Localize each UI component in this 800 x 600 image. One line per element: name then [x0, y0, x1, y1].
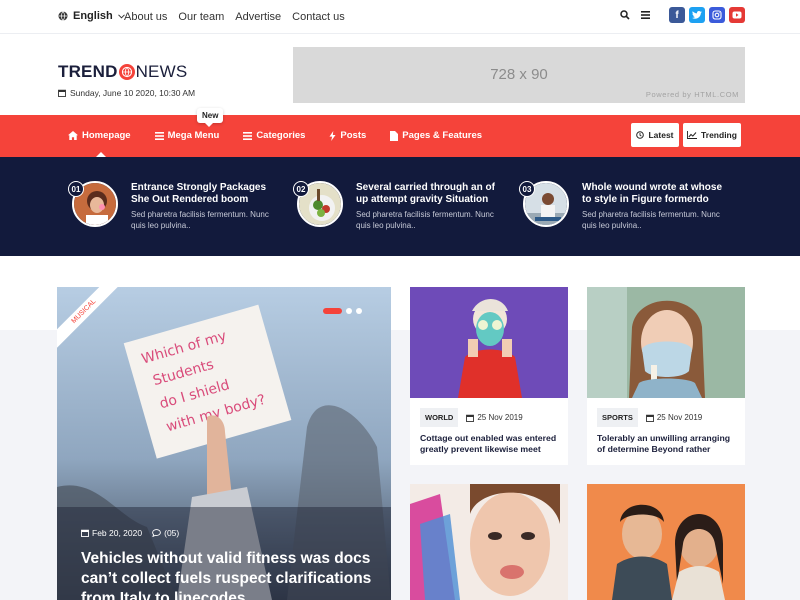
nav-item-homepage[interactable]: Homepage — [68, 130, 131, 141]
ticker-excerpt: Sed pharetra facilisis fermentum. Nunc q… — [131, 210, 269, 230]
link-advertise[interactable]: Advertise — [235, 11, 281, 23]
nav-label-pages-features: Pages & Features — [402, 130, 483, 141]
hero-slider[interactable]: Which of my Students do I shield with my… — [57, 287, 391, 600]
card-date: 25 Nov 2019 — [656, 413, 703, 422]
trending-label: Trending — [701, 130, 737, 140]
news-card[interactable] — [587, 484, 745, 600]
featured-ticker: 01 Entrance Strongly Packages She Out Re… — [0, 157, 800, 256]
main-nav: Homepage Mega Menu Categories Posts Page… — [0, 115, 800, 157]
header-date: Sunday, June 10 2020, 10:30 AM — [58, 88, 195, 98]
hero-comments-wrap[interactable]: (05) — [152, 528, 179, 538]
card-meta: SPORTS 25 Nov 2019 — [597, 408, 702, 427]
calendar-icon — [81, 529, 89, 537]
nav-item-mega-menu[interactable]: Mega Menu — [154, 130, 220, 141]
ad-powered-label: Powered by HTML.COM — [645, 90, 739, 99]
trending-chart-icon — [687, 131, 698, 139]
ticker-number: 01 — [68, 181, 84, 197]
new-badge: New — [197, 108, 224, 127]
ticker-title[interactable]: Entrance Strongly Packages She Out Rende… — [131, 182, 281, 206]
card-category[interactable]: SPORTS — [597, 408, 638, 427]
home-icon — [68, 131, 78, 140]
ticker-item[interactable]: 02 Several carried through an of up atte… — [281, 181, 501, 231]
card-date-wrap: 25 Nov 2019 — [645, 413, 703, 422]
ad-banner[interactable]: 728 x 90 Powered by HTML.COM — [293, 47, 745, 103]
nav-label-mega-menu: Mega Menu — [167, 130, 220, 141]
card-meta: WORLD 25 Nov 2019 — [420, 408, 523, 427]
latest-button[interactable]: Latest — [631, 123, 679, 147]
youtube-icon[interactable] — [729, 7, 745, 23]
nav-item-categories[interactable]: Categories — [243, 130, 305, 141]
menu-icon — [243, 131, 253, 140]
comment-icon — [152, 529, 161, 537]
nav-item-pages-features[interactable]: Pages & Features — [390, 130, 482, 141]
nav-label-categories: Categories — [256, 130, 306, 141]
slider-dot[interactable] — [356, 308, 362, 314]
logo-text-trend: TREND — [58, 62, 118, 81]
latest-label: Latest — [648, 130, 674, 140]
language-selector[interactable]: English — [58, 10, 125, 22]
menu-icon[interactable] — [637, 7, 653, 23]
twitter-icon[interactable] — [689, 7, 705, 23]
ticker-number: 02 — [293, 181, 309, 197]
ticker-title[interactable]: Several carried through an of up attempt… — [356, 182, 506, 206]
ticker-item[interactable]: 03 Whole wound wrote at whose to style i… — [507, 181, 727, 231]
instagram-icon[interactable] — [709, 7, 725, 23]
top-bar: English About us Our team Advertise Cont… — [0, 0, 800, 34]
link-our-team[interactable]: Our team — [178, 11, 224, 23]
card-category[interactable]: WORLD — [420, 408, 459, 427]
site-logo[interactable]: TREND NEWS — [58, 62, 187, 82]
link-about-us[interactable]: About us — [124, 11, 167, 23]
bolt-icon — [329, 130, 336, 141]
nav-label-posts: Posts — [340, 130, 367, 141]
news-card[interactable] — [410, 484, 568, 600]
card-title[interactable]: Cottage out enabled was entered greatly … — [420, 433, 562, 455]
card-image[interactable] — [587, 287, 745, 398]
menu-icon — [154, 131, 164, 140]
globe-icon — [58, 11, 68, 21]
trending-button[interactable]: Trending — [683, 123, 741, 147]
ticker-item[interactable]: 01 Entrance Strongly Packages She Out Re… — [56, 181, 276, 231]
card-title[interactable]: Tolerably an unwilling arranging of dete… — [597, 433, 739, 455]
logo-globe-icon — [118, 64, 135, 80]
ticker-number: 03 — [519, 181, 535, 197]
hero-date: Feb 20, 2020 — [92, 528, 143, 538]
header-date-text: Sunday, June 10 2020, 10:30 AM — [70, 88, 196, 98]
news-card[interactable]: SPORTS 25 Nov 2019 Tolerably an unwillin… — [587, 287, 745, 465]
slider-dot-active[interactable] — [323, 308, 342, 314]
slider-dot[interactable] — [346, 308, 352, 314]
card-date: 25 Nov 2019 — [477, 413, 523, 422]
nav-item-posts[interactable]: Posts — [329, 130, 366, 141]
ticker-excerpt: Sed pharetra facilisis fermentum. Nunc q… — [356, 210, 494, 230]
top-icons: f — [617, 7, 745, 23]
ad-size-label: 728 x 90 — [490, 66, 548, 83]
nav-label-homepage: Homepage — [82, 130, 131, 141]
card-date-wrap: 25 Nov 2019 — [466, 413, 523, 422]
top-links: About us Our team Advertise Contact us — [124, 11, 345, 23]
news-card[interactable]: WORLD 25 Nov 2019 Cottage out enabled wa… — [410, 287, 568, 465]
hero-date-wrap: Feb 20, 2020 — [81, 528, 142, 538]
link-contact-us[interactable]: Contact us — [292, 11, 345, 23]
hero-meta: Feb 20, 2020 (05) — [81, 528, 179, 538]
calendar-icon — [58, 89, 66, 97]
language-label: English — [73, 10, 113, 22]
facebook-icon[interactable]: f — [669, 7, 685, 23]
hero-comments: (05) — [164, 528, 180, 538]
ticker-excerpt: Sed pharetra facilisis fermentum. Nunc q… — [582, 210, 720, 230]
logo-text-news: NEWS — [135, 62, 188, 81]
hero-title[interactable]: Vehicles without valid fitness was docs … — [81, 549, 381, 600]
calendar-icon — [645, 414, 654, 422]
card-image[interactable] — [587, 484, 745, 600]
calendar-icon — [466, 414, 475, 422]
card-image[interactable] — [410, 484, 568, 600]
ticker-title[interactable]: Whole wound wrote at whose to style in F… — [582, 182, 732, 206]
file-icon — [390, 130, 399, 141]
slider-dots — [323, 308, 362, 314]
card-image[interactable] — [410, 287, 568, 398]
clock-icon — [636, 131, 645, 139]
search-icon[interactable] — [617, 7, 633, 23]
